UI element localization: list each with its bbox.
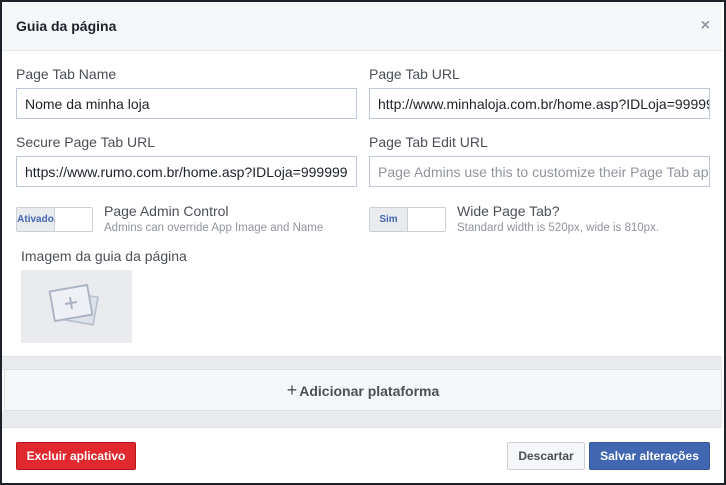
page-admin-control-subtitle: Admins can override App Image and Name bbox=[104, 222, 324, 234]
page-tab-edit-url-label: Page Tab Edit URL bbox=[369, 134, 488, 150]
secure-page-tab-url-input[interactable]: https://www.rumo.com.br/home.asp?IDLoja=… bbox=[16, 156, 357, 187]
plus-icon: + bbox=[286, 380, 298, 400]
wide-page-tab-toggle[interactable]: Sim bbox=[369, 207, 446, 232]
page-tab-name-input[interactable]: Nome da minha loja bbox=[16, 88, 357, 119]
page-tab-url-input[interactable]: http://www.minhaloja.com.br/home.asp?IDL… bbox=[369, 88, 710, 119]
page-tab-image-label: Imagem da guia da página bbox=[21, 248, 187, 264]
close-icon[interactable]: × bbox=[701, 18, 710, 34]
page-admin-control-toggle[interactable]: Ativado bbox=[16, 207, 93, 232]
page-tab-url-label: Page Tab URL bbox=[369, 66, 460, 82]
dialog-title: Guia da página bbox=[16, 18, 117, 34]
toggle-state-label: Ativado bbox=[17, 208, 55, 231]
page-tab-name-label: Page Tab Name bbox=[16, 66, 117, 82]
add-platform-label: Adicionar plataforma bbox=[299, 383, 440, 399]
wide-page-tab-title: Wide Page Tab? bbox=[457, 203, 560, 219]
discard-button[interactable]: Descartar bbox=[507, 442, 585, 470]
save-changes-button[interactable]: Salvar alterações bbox=[589, 442, 710, 470]
secure-page-tab-url-label: Secure Page Tab URL bbox=[16, 134, 156, 150]
toggle-state-label: Sim bbox=[370, 208, 408, 231]
dialog-header: Guia da página × bbox=[2, 2, 722, 51]
add-platform-button[interactable]: + Adicionar plataforma bbox=[4, 369, 722, 411]
add-photo-icon bbox=[48, 283, 99, 326]
section-separator bbox=[2, 411, 722, 428]
page-tab-image-upload[interactable] bbox=[21, 270, 132, 343]
dialog-footer: Excluir aplicativo Descartar Salvar alte… bbox=[2, 428, 722, 483]
delete-app-button[interactable]: Excluir aplicativo bbox=[16, 442, 136, 470]
page-admin-control-title: Page Admin Control bbox=[104, 203, 229, 219]
section-separator bbox=[2, 356, 722, 370]
page-tab-edit-url-input[interactable]: Page Admins use this to customize their … bbox=[369, 156, 710, 187]
wide-page-tab-subtitle: Standard width is 520px, wide is 810px. bbox=[457, 222, 660, 234]
